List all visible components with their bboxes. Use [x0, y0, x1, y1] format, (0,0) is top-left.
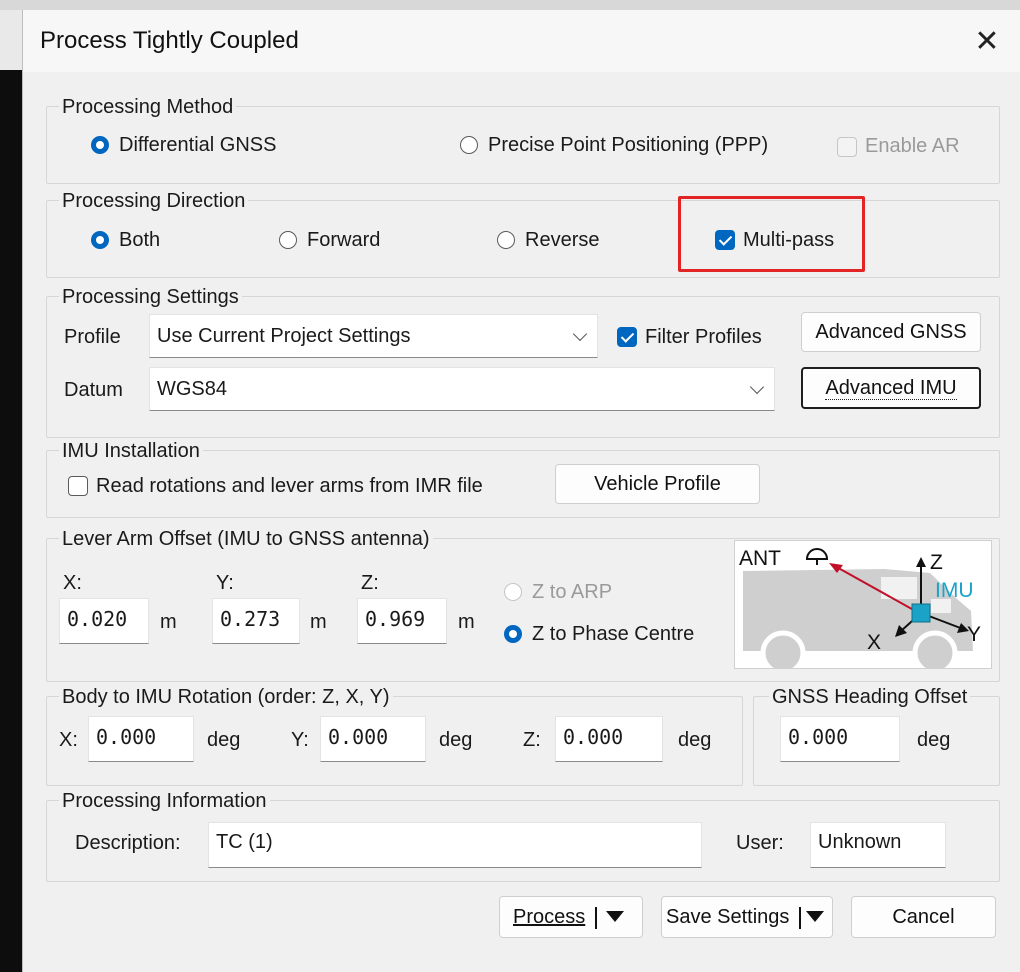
z-to-phase-centre-label[interactable]: Z to Phase Centre [532, 623, 694, 646]
lever-y-unit: m [310, 611, 327, 633]
processing-information-label: Processing Information [59, 790, 270, 813]
rear-wheel [760, 630, 806, 668]
rot-y-input[interactable]: 0.000 [320, 716, 426, 762]
description-label: Description: [75, 832, 181, 854]
enable-ar-label[interactable]: Enable AR [865, 135, 960, 158]
vehicle-diagram-svg: ANT Z IMU Y X [739, 547, 981, 668]
datum-value: WGS84 [157, 378, 228, 400]
read-rotations-label[interactable]: Read rotations and lever arms from IMR f… [96, 475, 483, 498]
save-settings-label: Save Settings [666, 906, 790, 928]
filter-profiles-label[interactable]: Filter Profiles [645, 326, 762, 349]
z-to-phase-centre-radio[interactable] [504, 625, 522, 643]
y-text: Y [967, 623, 981, 646]
gnss-heading-label: GNSS Heading Offset [769, 686, 971, 709]
multi-pass-highlight [678, 196, 865, 272]
advanced-imu-label: Advanced IMU [825, 377, 957, 400]
rot-x-input[interactable]: 0.000 [88, 716, 194, 762]
forward-radio[interactable] [279, 231, 297, 249]
rot-y-label: Y: [291, 729, 309, 751]
imu-installation-label: IMU Installation [59, 440, 203, 463]
z-axis-arrowhead [916, 557, 926, 567]
lever-z-unit: m [458, 611, 475, 633]
process-label: Process [513, 906, 586, 928]
ppp-radio[interactable] [460, 136, 478, 154]
imu-box [911, 603, 931, 623]
processing-direction-label: Processing Direction [59, 190, 249, 213]
chevron-down-icon [572, 326, 588, 342]
z-text: Z [930, 551, 943, 574]
save-settings-split-divider [799, 907, 801, 929]
lever-arm-diagram: ANT Z IMU Y X [734, 540, 992, 669]
cancel-button[interactable]: Cancel [851, 896, 996, 938]
gnss-heading-input[interactable]: 0.000 [780, 716, 900, 762]
advanced-imu-button[interactable]: Advanced IMU [801, 367, 981, 409]
rot-x-unit: deg [207, 729, 241, 751]
z-to-arp-radio[interactable] [504, 583, 522, 601]
advanced-gnss-button[interactable]: Advanced GNSS [801, 312, 981, 352]
lever-y-input[interactable]: 0.273 [212, 598, 300, 644]
chevron-down-icon [749, 379, 765, 395]
user-label: User: [736, 832, 784, 854]
vehicle-profile-button[interactable]: Vehicle Profile [555, 464, 760, 504]
x-text: X [867, 631, 881, 654]
user-input[interactable]: Unknown [810, 822, 946, 868]
both-label[interactable]: Both [119, 229, 160, 252]
processing-method-label: Processing Method [59, 96, 237, 119]
close-icon[interactable]: ✕ [967, 22, 1007, 62]
differential-gnss-radio[interactable] [91, 136, 109, 154]
z-to-arp-label[interactable]: Z to ARP [532, 581, 612, 604]
background-strip [0, 0, 1020, 10]
save-settings-button[interactable]: Save Settings [661, 896, 833, 938]
lever-z-label: Z: [361, 572, 379, 594]
dialog-title: Process Tightly Coupled [40, 27, 299, 54]
front-wheel [912, 630, 958, 668]
profile-value: Use Current Project Settings [157, 325, 411, 347]
lever-arm-label: Lever Arm Offset (IMU to GNSS antenna) [59, 528, 433, 551]
rot-y-unit: deg [439, 729, 473, 751]
process-dropdown-arrow-icon[interactable] [606, 911, 624, 922]
reverse-label[interactable]: Reverse [525, 229, 599, 252]
title-bar: Process Tightly Coupled ✕ [23, 10, 1020, 72]
reverse-radio[interactable] [497, 231, 515, 249]
rot-z-label: Z: [523, 729, 541, 751]
lever-y-label: Y: [216, 572, 234, 594]
enable-ar-checkbox[interactable] [837, 137, 857, 157]
process-tightly-coupled-dialog: Process Tightly Coupled ✕ Processing Met… [22, 10, 1020, 972]
process-button[interactable]: Process [499, 896, 643, 938]
body-to-imu-label: Body to IMU Rotation (order: Z, X, Y) [59, 686, 393, 709]
lever-x-input[interactable]: 0.020 [59, 598, 149, 644]
description-input[interactable]: TC (1) [208, 822, 702, 868]
gnss-heading-unit: deg [917, 729, 951, 751]
profile-label: Profile [64, 326, 121, 348]
both-radio[interactable] [91, 231, 109, 249]
processing-settings-label: Processing Settings [59, 286, 242, 309]
lever-x-unit: m [160, 611, 177, 633]
read-rotations-checkbox[interactable] [68, 476, 88, 496]
lever-x-label: X: [63, 572, 82, 594]
ppp-label[interactable]: Precise Point Positioning (PPP) [488, 134, 768, 157]
background-window [0, 70, 22, 972]
save-settings-dropdown-arrow-icon[interactable] [806, 911, 824, 922]
process-split-divider [595, 907, 597, 929]
rot-x-label: X: [59, 729, 78, 751]
datum-dropdown[interactable]: WGS84 [149, 367, 775, 411]
rot-z-input[interactable]: 0.000 [555, 716, 663, 762]
antenna-icon [805, 548, 829, 560]
imu-text: IMU [935, 579, 974, 602]
ant-text: ANT [739, 547, 781, 570]
differential-gnss-label[interactable]: Differential GNSS [119, 134, 276, 157]
lever-z-input[interactable]: 0.969 [357, 598, 447, 644]
datum-label: Datum [64, 379, 123, 401]
forward-label[interactable]: Forward [307, 229, 380, 252]
rot-z-unit: deg [678, 729, 712, 751]
profile-dropdown[interactable]: Use Current Project Settings [149, 314, 598, 358]
filter-profiles-checkbox[interactable] [617, 327, 637, 347]
